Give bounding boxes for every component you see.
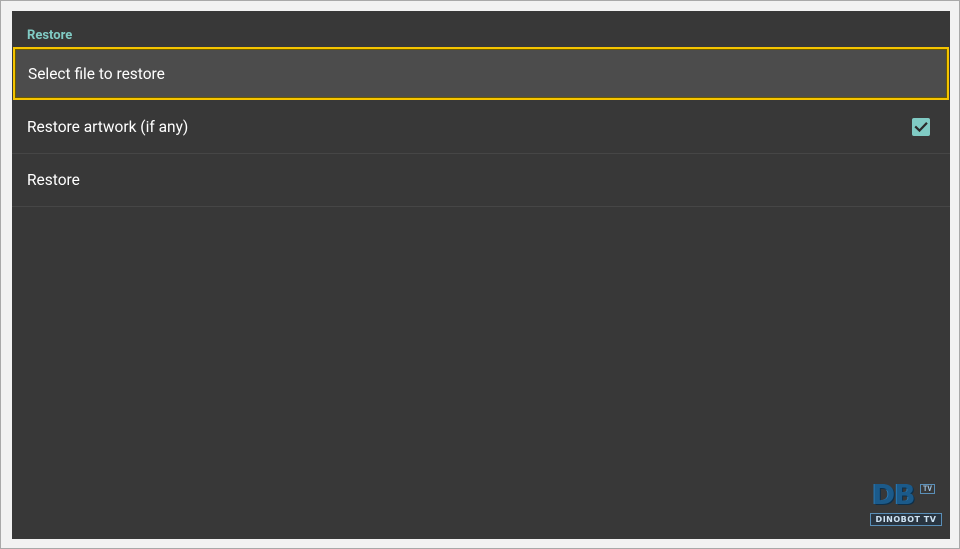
- select-file-to-restore-label: Select file to restore: [28, 64, 165, 83]
- watermark-logo-text: DB: [872, 478, 916, 511]
- restore-artwork-label: Restore artwork (if any): [27, 118, 189, 136]
- window-frame: Restore Select file to restore Restore a…: [0, 0, 960, 549]
- restore-artwork-item[interactable]: Restore artwork (if any): [12, 101, 950, 154]
- checkbox-checked-icon[interactable]: [912, 118, 930, 136]
- watermark-tv-badge: TV: [920, 484, 935, 494]
- restore-item[interactable]: Restore: [12, 154, 950, 207]
- dinobot-tv-watermark: DB TV DINOBOT TV: [870, 481, 944, 533]
- watermark-name: DINOBOT TV: [870, 513, 942, 526]
- select-file-to-restore-item[interactable]: Select file to restore: [13, 47, 949, 100]
- settings-screen: Restore Select file to restore Restore a…: [12, 11, 950, 539]
- section-header-restore: Restore: [27, 28, 73, 43]
- restore-label: Restore: [27, 171, 80, 189]
